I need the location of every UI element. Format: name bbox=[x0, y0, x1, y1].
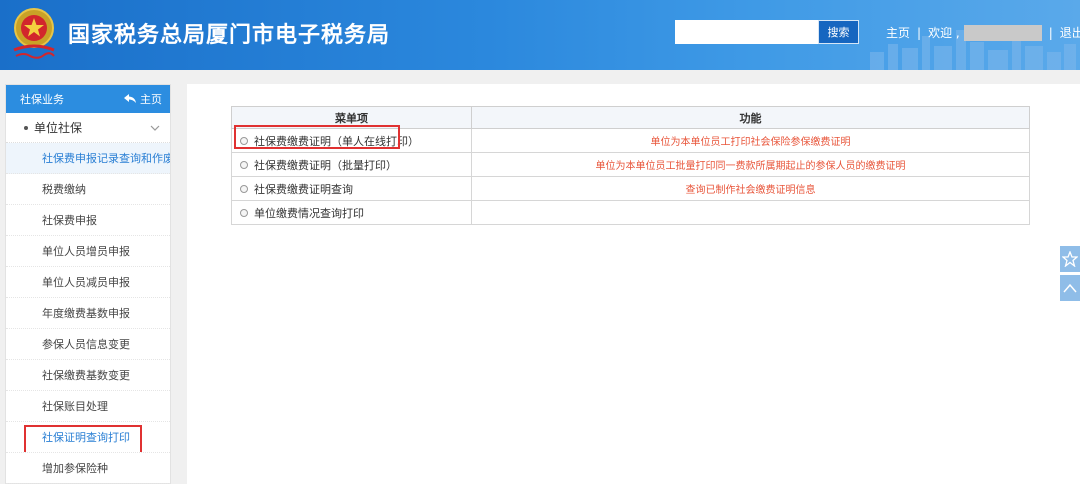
sidebar-item-label: 社保证明查询打印 bbox=[42, 431, 130, 444]
function-description: 单位为本单位员工批量打印同一费款所属期起止的参保人员的缴费证明 bbox=[471, 152, 1030, 177]
function-description: 查询已制作社会缴费证明信息 bbox=[471, 176, 1030, 201]
sidebar-item[interactable]: 社保证明查询打印 bbox=[6, 422, 170, 453]
home-arrow-icon bbox=[124, 94, 136, 103]
site-title: 国家税务总局厦门市电子税务局 bbox=[68, 23, 391, 48]
menu-item-cell: 社保费缴费证明（批量打印） bbox=[231, 152, 472, 177]
menu-item-label[interactable]: 单位缴费情况查询打印 bbox=[254, 205, 364, 221]
star-icon bbox=[1062, 251, 1078, 267]
sidebar-item[interactable]: 年度缴费基数申报 bbox=[6, 298, 170, 329]
username-redacted bbox=[963, 24, 1042, 41]
menu-item-cell: 单位缴费情况查询打印 bbox=[231, 200, 472, 225]
chevron-down-icon bbox=[150, 125, 160, 131]
sidebar-item[interactable]: 社保费申报 bbox=[6, 205, 170, 236]
search-button[interactable]: 搜索 bbox=[818, 20, 859, 44]
sidebar-item-label: 社保费申报记录查询和作废 bbox=[42, 152, 170, 165]
function-description bbox=[471, 200, 1030, 225]
table-row: 社保费缴费证明（单人在线打印） 单位为本单位员工打印社会保险参保缴费证明 bbox=[231, 124, 1030, 153]
welcome-text: 欢迎 , bbox=[928, 26, 960, 40]
menu-table: 菜单项 功能 社保费缴费证明（单人在线打印） 单位为本单位员工打印社会保险参保缴费… bbox=[231, 106, 1030, 225]
favorite-button[interactable] bbox=[1060, 246, 1080, 272]
back-to-top-button[interactable] bbox=[1060, 275, 1080, 301]
nav-separator: | bbox=[1048, 25, 1053, 40]
menu-item-option[interactable]: 社保费缴费证明（单人在线打印） bbox=[234, 124, 419, 149]
search-input[interactable] bbox=[675, 20, 818, 44]
bullet-icon bbox=[24, 125, 28, 130]
sidebar-item-label: 社保缴费基数变更 bbox=[42, 369, 130, 382]
sidebar-item[interactable]: 社保费申报记录查询和作废 bbox=[6, 143, 170, 174]
sidebar: 社保业务 主页 单位社保 社保费申报记录查询和作废 税费缴纳社保费申报单位人员增员… bbox=[5, 84, 171, 484]
sidebar-nav-list: 社保费申报记录查询和作废 税费缴纳社保费申报单位人员增员申报 单位人员减员申报 年度缴… bbox=[6, 143, 170, 484]
national-tax-emblem-icon bbox=[13, 8, 55, 59]
menu-item-cell: 社保费缴费证明（单人在线打印） bbox=[231, 124, 472, 153]
logout-link[interactable]: 退出 bbox=[1060, 24, 1080, 41]
function-description: 单位为本单位员工打印社会保险参保缴费证明 bbox=[471, 128, 1030, 153]
home-link[interactable]: 主页 bbox=[886, 24, 910, 41]
sidebar-header: 社保业务 主页 bbox=[6, 85, 170, 113]
sidebar-item[interactable]: 社保账目处理 bbox=[6, 391, 170, 422]
sidebar-group-unit-social-security[interactable]: 单位社保 bbox=[6, 113, 170, 143]
nav-separator: | bbox=[917, 25, 922, 40]
radio-button[interactable] bbox=[240, 160, 248, 169]
chevron-up-icon bbox=[1063, 283, 1077, 293]
sidebar-item-label: 年度缴费基数申报 bbox=[42, 307, 130, 320]
radio-button[interactable] bbox=[240, 208, 248, 217]
column-header-menu-item: 菜单项 bbox=[231, 106, 472, 129]
sidebar-item-label: 单位人员增员申报 bbox=[42, 245, 130, 258]
table-row: 单位缴费情况查询打印 bbox=[231, 200, 1030, 225]
sidebar-item[interactable]: 税费缴纳 bbox=[6, 174, 170, 205]
top-nav: 主页 | 欢迎 , | 退出 bbox=[886, 24, 1080, 41]
menu-item-label[interactable]: 社保费缴费证明（批量打印） bbox=[254, 157, 397, 173]
sidebar-item-label: 社保账目处理 bbox=[42, 400, 108, 413]
radio-button[interactable] bbox=[240, 136, 248, 145]
sidebar-item-label: 税费缴纳 bbox=[42, 183, 86, 196]
menu-table-body: 社保费缴费证明（单人在线打印） 单位为本单位员工打印社会保险参保缴费证明 社保费缴费… bbox=[231, 124, 1030, 225]
sidebar-home-link[interactable]: 主页 bbox=[124, 91, 162, 107]
sidebar-item[interactable]: 增加参保险种 bbox=[6, 453, 170, 484]
sidebar-item-label: 增加参保险种 bbox=[42, 462, 108, 475]
sidebar-item-label: 社保费申报 bbox=[42, 214, 97, 227]
floating-toolbar bbox=[1060, 246, 1080, 304]
sidebar-item-label: 参保人员信息变更 bbox=[42, 338, 130, 351]
menu-item-cell: 社保费缴费证明查询 bbox=[231, 176, 472, 201]
sidebar-item[interactable]: 单位人员减员申报 bbox=[6, 267, 170, 298]
sidebar-item[interactable]: 单位人员增员申报 bbox=[6, 236, 170, 267]
sidebar-item[interactable]: 社保缴费基数变更 bbox=[6, 360, 170, 391]
radio-button[interactable] bbox=[240, 184, 248, 193]
table-row: 社保费缴费证明（批量打印） 单位为本单位员工批量打印同一费款所属期起止的参保人员的… bbox=[231, 152, 1030, 177]
menu-item-label[interactable]: 社保费缴费证明查询 bbox=[254, 181, 353, 197]
menu-item-label[interactable]: 社保费缴费证明（单人在线打印） bbox=[254, 133, 419, 149]
table-row: 社保费缴费证明查询 查询已制作社会缴费证明信息 bbox=[231, 176, 1030, 201]
menu-item-option[interactable]: 单位缴费情况查询打印 bbox=[240, 205, 364, 221]
sidebar-group-label: 单位社保 bbox=[34, 121, 83, 135]
menu-item-option[interactable]: 社保费缴费证明（批量打印） bbox=[240, 157, 397, 173]
main-content: 菜单项 功能 社保费缴费证明（单人在线打印） 单位为本单位员工打印社会保险参保缴费… bbox=[187, 84, 1080, 484]
sidebar-item[interactable]: 参保人员信息变更 bbox=[6, 329, 170, 360]
table-header-row: 菜单项 功能 bbox=[231, 106, 1030, 129]
sidebar-home-label: 主页 bbox=[140, 93, 162, 106]
top-header: 国家税务总局厦门市电子税务局 搜索 主页 | 欢迎 , | 退出 bbox=[0, 0, 1080, 70]
sidebar-title: 社保业务 bbox=[20, 93, 64, 106]
menu-item-option[interactable]: 社保费缴费证明查询 bbox=[240, 181, 353, 197]
sidebar-item-label: 单位人员减员申报 bbox=[42, 276, 130, 289]
column-header-function: 功能 bbox=[471, 106, 1030, 129]
